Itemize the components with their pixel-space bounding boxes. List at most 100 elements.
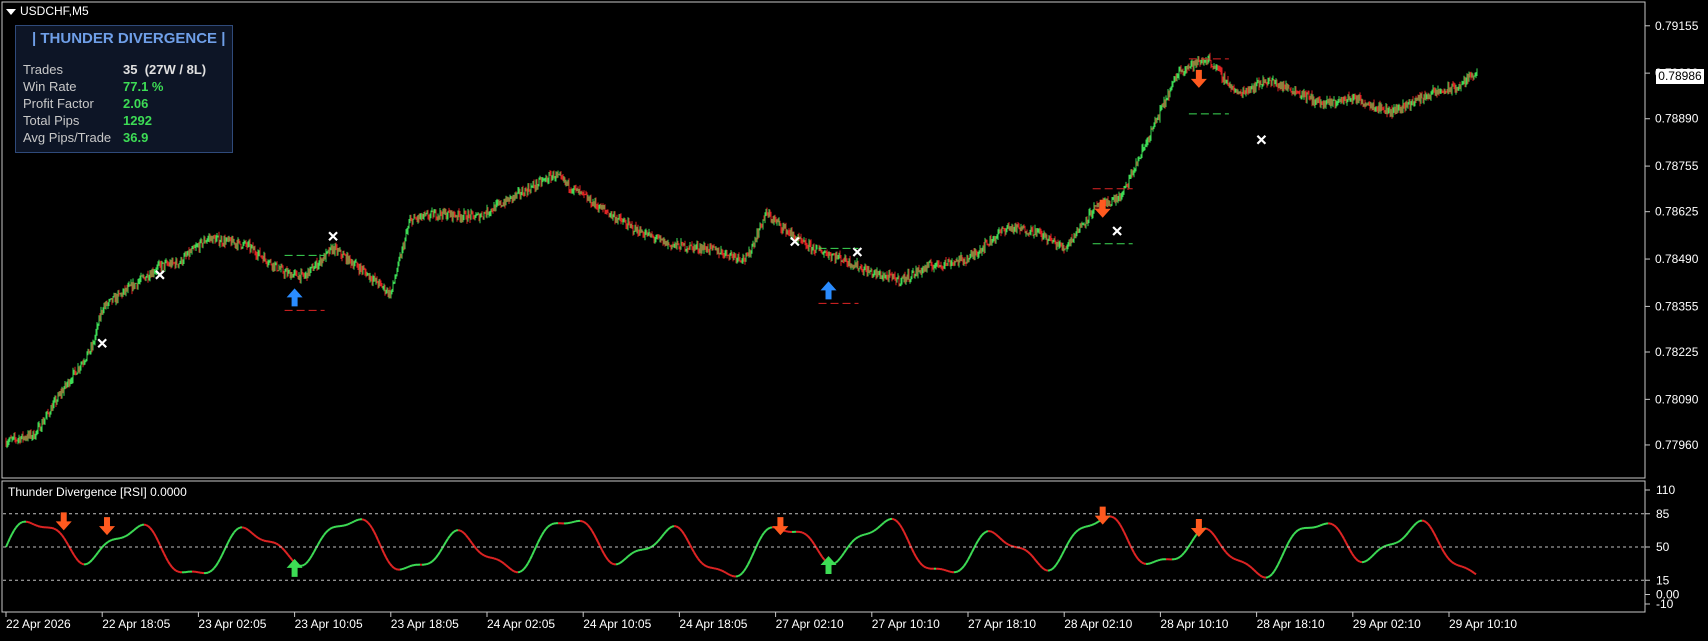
rsi-segment <box>974 544 976 548</box>
exit-x-icon[interactable] <box>329 232 337 240</box>
price-tick-label: 0.78755 <box>1655 159 1699 173</box>
signal-markers[interactable] <box>56 59 1266 577</box>
rsi-segment <box>990 531 992 532</box>
rsi-segment <box>86 563 88 564</box>
rsi-segment <box>66 541 68 544</box>
rsi-segment <box>1404 535 1406 537</box>
rsi-segment <box>220 555 222 559</box>
rsi-segment <box>758 539 760 543</box>
stat-label-avg-pips: Avg Pips/Trade <box>23 130 111 145</box>
exit-x-icon[interactable] <box>1257 136 1265 144</box>
rsi-segment <box>912 549 914 553</box>
rsi-segment <box>388 561 390 564</box>
rsi-segment <box>1206 529 1208 530</box>
rsi-segment <box>740 573 742 575</box>
stat-label-profit-factor: Profit Factor <box>23 96 94 111</box>
chevron-down-icon[interactable] <box>6 9 16 15</box>
rsi-segment <box>728 574 730 575</box>
rsi-segment <box>386 557 388 561</box>
rsi-segment <box>742 571 744 573</box>
rsi-segment <box>1188 545 1190 548</box>
rsi-segment <box>1388 545 1390 546</box>
exit-x-icon[interactable] <box>1113 227 1121 235</box>
rsi-segment <box>436 555 438 558</box>
rsi-segment <box>1250 566 1252 568</box>
rsi-segment <box>766 529 768 531</box>
stat-label-trades: Trades <box>23 62 63 77</box>
rsi-segment <box>730 575 732 576</box>
rsi-segment <box>948 571 950 572</box>
stat-label-total-pips: Total Pips <box>23 113 79 128</box>
rsi-segment <box>438 552 440 555</box>
rsi-segment <box>1276 565 1278 569</box>
rsi-segment <box>1450 560 1452 562</box>
rsi-sell-arrow-icon[interactable] <box>772 517 788 535</box>
sell-arrow-icon[interactable] <box>1191 70 1207 88</box>
rsi-segment <box>408 566 410 567</box>
rsi-segment <box>498 560 500 561</box>
rsi-sell-arrow-icon[interactable] <box>99 517 115 535</box>
chart-canvas[interactable]: 0.791550.790200.788900.787550.786250.784… <box>0 0 1708 636</box>
buy-arrow-icon[interactable] <box>821 281 837 299</box>
rsi-segment <box>982 533 984 535</box>
rsi-segment <box>390 564 392 566</box>
rsi-segment <box>926 568 928 569</box>
rsi-segment <box>126 535 128 536</box>
rsi-segment <box>1392 544 1394 545</box>
rsi-segment <box>276 543 278 544</box>
rsi-segment <box>572 522 574 523</box>
rsi-segment <box>1226 552 1228 554</box>
rsi-segment <box>512 570 514 571</box>
rsi-segment <box>1028 552 1030 554</box>
rsi-segment <box>370 525 372 528</box>
rsi-segment <box>628 555 630 557</box>
exit-x-icon[interactable] <box>98 339 106 347</box>
rsi-segment <box>258 538 260 539</box>
exit-x-icon[interactable] <box>853 248 861 256</box>
symbol-label[interactable]: USDCHF,M5 <box>6 4 89 18</box>
rsi-segment <box>1272 572 1274 575</box>
rsi-segment <box>1354 557 1356 559</box>
rsi-segment <box>1242 562 1244 563</box>
exit-x-icon[interactable] <box>156 271 164 279</box>
buy-arrow-icon[interactable] <box>287 288 303 306</box>
rsi-segment <box>236 529 238 531</box>
rsi-segment <box>632 552 634 553</box>
rsi-tick-label: 110 <box>1656 483 1675 497</box>
rsi-segment <box>480 553 482 555</box>
rsi-segment <box>720 570 722 571</box>
rsi-segment <box>880 524 882 526</box>
rsi-segment <box>136 527 138 529</box>
rsi-segment <box>994 533 996 535</box>
rsi-segment <box>162 549 164 553</box>
rsi-segment <box>1284 548 1286 552</box>
rsi-segment <box>272 542 274 543</box>
rsi-segment <box>1408 530 1410 533</box>
rsi-sell-arrow-icon[interactable] <box>56 512 72 530</box>
rsi-segment <box>376 536 378 540</box>
rsi-buy-arrow-icon[interactable] <box>287 559 303 577</box>
rsi-segment <box>100 547 102 549</box>
rsi-segment <box>1124 532 1126 536</box>
rsi-segment <box>520 571 522 572</box>
rsi-segment <box>1340 532 1342 535</box>
rsi-segment <box>354 521 356 522</box>
rsi-segment <box>888 519 890 520</box>
rsi-segment <box>120 538 122 539</box>
rsi-segment <box>726 573 728 574</box>
rsi-segment <box>6 543 8 548</box>
rsi-tick-label: 50 <box>1656 540 1670 554</box>
rsi-segment <box>88 562 90 563</box>
rsi-sell-arrow-icon[interactable] <box>1191 519 1207 537</box>
rsi-segment <box>716 569 718 570</box>
rsi-segment <box>1398 541 1400 542</box>
rsi-segment <box>1314 527 1316 528</box>
chart-stage[interactable]: 0.791550.790200.788900.787550.786250.784… <box>0 0 1708 636</box>
rsi-segment <box>1454 563 1456 564</box>
rsi-segment <box>152 530 154 533</box>
stat-value-winrate: 77.1 % <box>123 79 163 94</box>
rsi-segment <box>946 570 948 571</box>
rsi-segment <box>358 519 360 520</box>
rsi-segment <box>1054 565 1056 568</box>
rsi-segment <box>656 541 658 543</box>
